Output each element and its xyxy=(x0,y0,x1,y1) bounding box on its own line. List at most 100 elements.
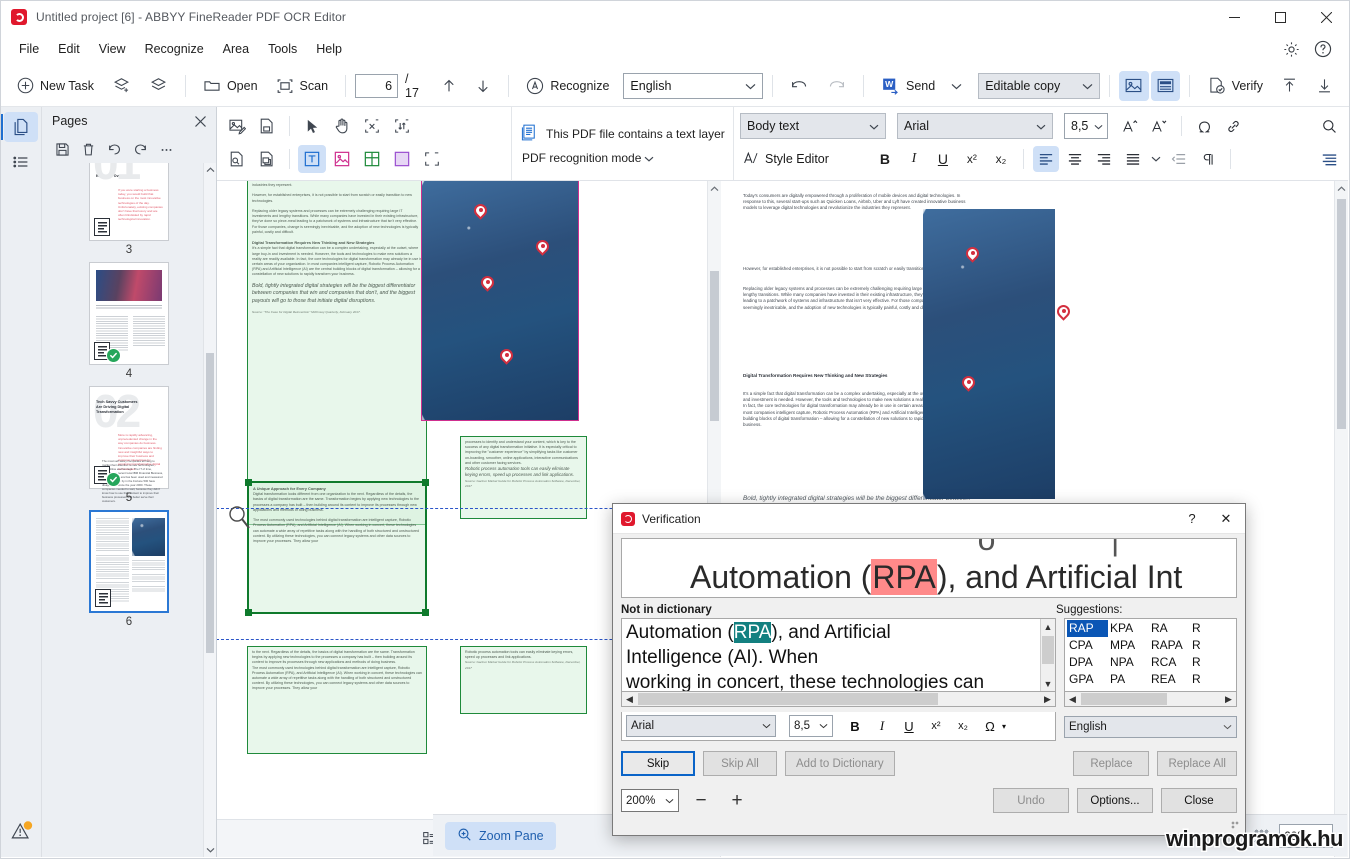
superscript-button[interactable]: x² xyxy=(959,146,985,172)
text-area-block[interactable]: industries they represent. However, for … xyxy=(247,181,427,525)
undo-button[interactable] xyxy=(782,71,817,101)
suggestion-item[interactable]: DPA xyxy=(1067,654,1108,671)
add-to-dictionary-button[interactable]: Add to Dictionary xyxy=(785,751,895,776)
list-item[interactable]: 6 xyxy=(42,510,216,630)
suggestion-item[interactable]: PA xyxy=(1108,671,1149,688)
suggestion-item[interactable]: RAP xyxy=(1067,620,1108,637)
image-area-icon[interactable] xyxy=(328,145,356,173)
hand-pan-icon[interactable] xyxy=(328,112,356,140)
export-mode-select[interactable]: Editable copy xyxy=(978,72,1101,99)
image-area-block[interactable] xyxy=(421,181,579,421)
style-editor-button[interactable]: Style Editor xyxy=(740,150,829,169)
menu-view[interactable]: View xyxy=(90,38,135,60)
suggestion-item[interactable]: MPA xyxy=(1108,637,1149,654)
background-image-area-icon[interactable] xyxy=(388,145,416,173)
bold-button[interactable]: B xyxy=(872,146,898,172)
menu-edit[interactable]: Edit xyxy=(49,38,89,60)
dialog-font-select[interactable]: Arial xyxy=(626,715,776,737)
help-circle-icon[interactable] xyxy=(1311,37,1335,61)
previous-page-button[interactable] xyxy=(433,71,465,101)
resize-handle[interactable] xyxy=(245,479,252,486)
warning-status[interactable] xyxy=(1,820,42,845)
font-size-select[interactable]: 8,5 xyxy=(1064,113,1108,139)
suggestion-item[interactable]: NPA xyxy=(1108,654,1149,671)
scroll-right-icon[interactable]: ▶ xyxy=(1040,693,1055,706)
send-button[interactable]: W Send xyxy=(873,71,970,101)
gear-icon[interactable] xyxy=(1279,37,1303,61)
table-area-icon[interactable] xyxy=(358,145,386,173)
context-textarea[interactable]: Automation (RPA), and Artificial Intelli… xyxy=(621,618,1056,692)
replace-all-button[interactable]: Replace All xyxy=(1157,751,1237,776)
scrollbar-thumb[interactable] xyxy=(1337,199,1346,429)
skip-button[interactable]: Skip xyxy=(621,751,695,776)
close-button[interactable]: Close xyxy=(1161,788,1237,813)
page-number-input[interactable]: 6 xyxy=(355,73,399,98)
dialog-zoom-in-button[interactable]: + xyxy=(723,789,751,813)
add-pages-button[interactable] xyxy=(104,71,139,101)
list-item[interactable]: Executive Overview 01 If you were starti… xyxy=(42,163,216,258)
replace-button[interactable]: Replace xyxy=(1073,751,1150,776)
menu-area[interactable]: Area xyxy=(214,38,258,60)
close-icon[interactable] xyxy=(1303,1,1349,33)
suggestion-item[interactable]: KPA xyxy=(1108,620,1149,637)
text-area-block[interactable]: to the next. Regardless of the details, … xyxy=(247,646,427,754)
move-up-button[interactable] xyxy=(1273,71,1306,101)
dialog-zoom-select[interactable]: 200% xyxy=(621,789,679,812)
dialog-symbol-dropdown-arrow[interactable]: ▾ xyxy=(1002,722,1006,731)
dialog-help-button[interactable]: ? xyxy=(1175,505,1209,533)
context-horizontal-scrollbar[interactable]: ◀ ▶ xyxy=(621,692,1056,707)
menu-recognize[interactable]: Recognize xyxy=(136,38,213,60)
zoom-pane-button[interactable]: Zoom Pane xyxy=(445,821,556,850)
paragraph-style-select[interactable]: Body text xyxy=(740,113,886,139)
recognize-button[interactable]: Recognize xyxy=(518,71,617,101)
scroll-down-icon[interactable]: ▼ xyxy=(1041,676,1055,691)
align-center-icon[interactable] xyxy=(1062,146,1088,172)
underline-button[interactable]: U xyxy=(930,146,956,172)
align-justify-icon[interactable] xyxy=(1120,146,1146,172)
dialog-symbol-button[interactable]: Ω xyxy=(979,715,1001,737)
suggestion-item[interactable]: RCA xyxy=(1149,654,1190,671)
options-button[interactable]: Options... xyxy=(1077,788,1153,813)
page-thumbnail-4[interactable] xyxy=(89,262,169,365)
layers-button[interactable] xyxy=(141,71,176,101)
menu-help[interactable]: Help xyxy=(307,38,351,60)
rail-pages-icon[interactable] xyxy=(1,112,38,142)
grow-font-icon[interactable] xyxy=(1117,113,1143,139)
scroll-left-icon[interactable]: ◀ xyxy=(622,693,637,706)
text-view-toggle[interactable] xyxy=(1150,70,1180,101)
verify-button[interactable]: Verify xyxy=(1199,71,1271,101)
delete-icon[interactable] xyxy=(76,137,100,161)
dialog-italic-button[interactable]: I xyxy=(871,715,893,737)
omega-symbol-icon[interactable] xyxy=(1191,113,1217,139)
text-properties-icon[interactable] xyxy=(1316,146,1342,172)
next-page-button[interactable] xyxy=(467,71,499,101)
text-pane-scrollbar[interactable] xyxy=(1334,181,1348,857)
dialog-bold-button[interactable]: B xyxy=(844,715,866,737)
context-vertical-scrollbar[interactable]: ▲ ▼ xyxy=(1040,619,1055,691)
suggestion-item[interactable]: CPA xyxy=(1067,637,1108,654)
font-family-select[interactable]: Arial xyxy=(897,113,1053,139)
dialog-superscript-button[interactable]: x² xyxy=(925,715,947,737)
scroll-right-icon[interactable]: ▶ xyxy=(1221,693,1236,706)
dialog-underline-button[interactable]: U xyxy=(898,715,920,737)
scrollbar-thumb[interactable] xyxy=(206,353,214,653)
scroll-up-icon[interactable] xyxy=(1335,181,1348,196)
pdf-recognition-mode-dropdown[interactable]: PDF recognition mode xyxy=(520,151,725,165)
text-area-icon[interactable] xyxy=(298,145,326,173)
suggestion-item[interactable]: RAPA xyxy=(1149,637,1190,654)
suggestion-item[interactable]: REA xyxy=(1149,671,1190,688)
dialog-subscript-button[interactable]: x₂ xyxy=(952,715,974,737)
select-arrow-icon[interactable] xyxy=(298,112,326,140)
decrease-indent-icon[interactable] xyxy=(1166,146,1192,172)
skip-all-button[interactable]: Skip All xyxy=(703,751,777,776)
rotate-right-icon[interactable] xyxy=(128,137,152,161)
redo-button[interactable] xyxy=(819,71,854,101)
scroll-down-icon[interactable] xyxy=(204,843,216,857)
document-save-icon[interactable] xyxy=(253,112,281,140)
language-select[interactable]: English xyxy=(623,72,764,99)
thumbnail-scrollbar[interactable] xyxy=(203,163,216,857)
reorder-area-icon[interactable] xyxy=(388,112,416,140)
chevron-down-icon[interactable] xyxy=(1149,146,1163,172)
scrollbar-thumb[interactable] xyxy=(710,271,719,421)
document-search-icon[interactable] xyxy=(223,145,251,173)
